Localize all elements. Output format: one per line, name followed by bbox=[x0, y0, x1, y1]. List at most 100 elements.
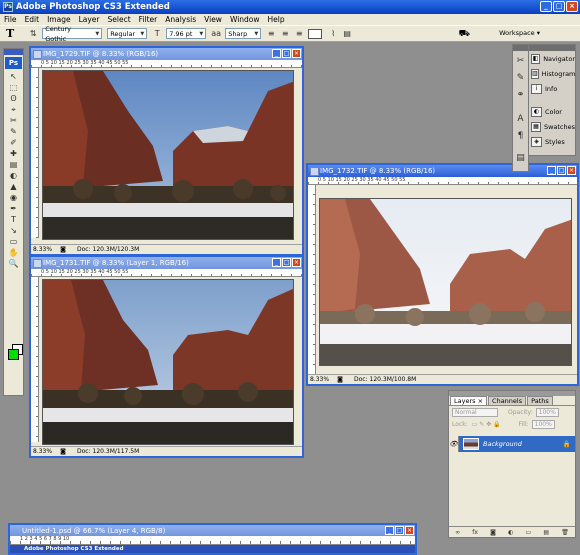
zoom-level[interactable]: 8.33% bbox=[310, 376, 334, 383]
menu-help[interactable]: Help bbox=[268, 15, 285, 24]
close-button[interactable]: × bbox=[405, 526, 414, 535]
blend-mode-select[interactable]: Normal bbox=[452, 407, 498, 417]
document-titlebar[interactable]: IMG_1729.TIF @ 8.33% (RGB/16) _ □ × bbox=[31, 48, 302, 60]
minimize-button[interactable]: _ bbox=[540, 1, 552, 12]
menu-select[interactable]: Select bbox=[108, 15, 131, 24]
align-right-icon[interactable]: ≡ bbox=[294, 29, 304, 39]
color-panel-button[interactable]: ◐ Color bbox=[529, 105, 575, 119]
toolbox-grip[interactable] bbox=[4, 49, 23, 55]
swatches-panel-button[interactable]: ▦ Swatches bbox=[529, 120, 575, 134]
photo-canvas[interactable] bbox=[42, 279, 294, 445]
document-titlebar[interactable]: IMG_1732.TIF @ 8.33% (RGB/16) _ □ × bbox=[308, 165, 577, 177]
zoom-level[interactable]: 8.33% bbox=[33, 448, 57, 455]
marquee-tool-icon[interactable]: ⬚ bbox=[4, 82, 23, 93]
document-window-untitled[interactable]: Untitled-1.psd @ 66.7% (Layer 4, RGB/8) … bbox=[8, 523, 417, 555]
layer-mask-icon[interactable]: ◙ bbox=[490, 529, 496, 536]
lock-icons[interactable]: ▭ ✎ ✥ 🔒 bbox=[472, 421, 501, 428]
hand-tool-icon[interactable]: ✋ bbox=[4, 247, 23, 258]
maximize-button[interactable]: □ bbox=[282, 49, 291, 58]
type-tool-icon[interactable]: T bbox=[6, 27, 14, 40]
delete-layer-icon[interactable]: 🗑 bbox=[561, 529, 569, 536]
character-panel-icon[interactable]: ▤ bbox=[342, 29, 352, 39]
menu-window[interactable]: Window bbox=[230, 15, 260, 24]
minimize-button[interactable]: _ bbox=[272, 258, 281, 267]
pen-tool-icon[interactable]: ✒ bbox=[4, 203, 23, 214]
photoshop-logo[interactable]: Ps bbox=[5, 57, 22, 69]
tab-channels[interactable]: Channels bbox=[488, 396, 527, 405]
font-family-select[interactable]: Century Gothic ▼ bbox=[42, 25, 103, 43]
styles-panel-button[interactable]: ◈ Styles bbox=[529, 135, 575, 149]
brushes-icon[interactable]: ✎ bbox=[513, 71, 528, 85]
fill-field[interactable]: 100% bbox=[531, 419, 555, 429]
font-style-select[interactable]: Regular ▼ bbox=[107, 28, 148, 39]
tool-presets-icon[interactable]: ✂ bbox=[513, 54, 528, 68]
maximize-button[interactable]: □ bbox=[282, 258, 291, 267]
lasso-tool-icon[interactable]: ʘ bbox=[4, 93, 23, 104]
zoom-level[interactable]: 8.33% bbox=[33, 246, 57, 253]
document-window-1732[interactable]: IMG_1732.TIF @ 8.33% (RGB/16) _ □ × 0 5 … bbox=[306, 163, 579, 386]
zoom-tool-icon[interactable]: 🔍 bbox=[4, 258, 23, 269]
visibility-eye-icon[interactable]: 👁 bbox=[449, 436, 459, 452]
close-button[interactable]: × bbox=[292, 258, 301, 267]
dock-grip[interactable] bbox=[529, 45, 575, 51]
status-menu-icon[interactable]: ◙ bbox=[57, 448, 69, 455]
crop-tool-icon[interactable]: ✂ bbox=[4, 115, 23, 126]
document-titlebar[interactable]: IMG_1731.TIF @ 8.33% (Layer 1, RGB/16) _… bbox=[31, 257, 302, 269]
minimize-button[interactable]: _ bbox=[547, 166, 556, 175]
layer-style-icon[interactable]: fx bbox=[472, 529, 478, 536]
paragraph-icon[interactable]: ¶ bbox=[513, 129, 528, 143]
path-select-tool-icon[interactable]: ↘ bbox=[4, 225, 23, 236]
link-layers-icon[interactable]: ∞ bbox=[455, 529, 460, 536]
new-layer-icon[interactable]: ▤ bbox=[543, 529, 549, 536]
maximize-button[interactable]: □ bbox=[557, 166, 566, 175]
tab-paths[interactable]: Paths bbox=[527, 396, 553, 405]
tab-layers[interactable]: Layers × bbox=[450, 396, 488, 405]
navigator-panel-button[interactable]: ◧ Navigator bbox=[529, 52, 575, 66]
layer-comps-icon[interactable]: ▤ bbox=[513, 151, 528, 165]
warp-text-icon[interactable]: ⌇ bbox=[328, 29, 338, 39]
histogram-panel-button[interactable]: ▥ Histogram bbox=[529, 67, 575, 81]
workspace-button[interactable]: Workspace ▾ bbox=[499, 29, 540, 37]
font-size-select[interactable]: 7.96 pt ▼ bbox=[166, 28, 207, 39]
type-tool-icon[interactable]: T bbox=[4, 214, 23, 225]
adjustment-layer-icon[interactable]: ◐ bbox=[508, 529, 513, 536]
stamp-tool-icon[interactable]: ▤ bbox=[4, 159, 23, 170]
info-panel-button[interactable]: i Info bbox=[529, 82, 575, 96]
foreground-color-swatch[interactable] bbox=[8, 349, 19, 360]
close-button[interactable]: × bbox=[292, 49, 301, 58]
minimize-button[interactable]: _ bbox=[272, 49, 281, 58]
photoshop-app-icon[interactable]: Ps bbox=[3, 2, 13, 12]
maximize-button[interactable]: □ bbox=[395, 526, 404, 535]
document-window-1729[interactable]: IMG_1729.TIF @ 8.33% (RGB/16) _ □ × 0 5 … bbox=[29, 46, 304, 256]
dock-grip[interactable] bbox=[513, 45, 528, 51]
menu-view[interactable]: View bbox=[204, 15, 222, 24]
menu-file[interactable]: File bbox=[4, 15, 17, 24]
close-button[interactable]: × bbox=[567, 166, 576, 175]
menu-analysis[interactable]: Analysis bbox=[165, 15, 196, 24]
menu-edit[interactable]: Edit bbox=[25, 15, 40, 24]
magic-wand-tool-icon[interactable]: ⌖ bbox=[4, 104, 23, 115]
dodge-tool-icon[interactable]: ◐ bbox=[4, 170, 23, 181]
layer-background[interactable]: 👁 Background 🔒 bbox=[449, 436, 575, 452]
bridge-icon[interactable]: ⛟ bbox=[459, 29, 470, 40]
orientation-icon[interactable]: ⇅ bbox=[28, 29, 38, 39]
menu-filter[interactable]: Filter bbox=[139, 15, 158, 24]
brush-tool-icon[interactable]: ✐ bbox=[4, 137, 23, 148]
character-icon[interactable]: A bbox=[513, 112, 528, 126]
photo-canvas[interactable] bbox=[42, 70, 294, 240]
healing-tool-icon[interactable]: ✚ bbox=[4, 148, 23, 159]
minimize-button[interactable]: _ bbox=[385, 526, 394, 535]
sharpen-tool-icon[interactable]: ▲ bbox=[4, 181, 23, 192]
document-window-1731[interactable]: IMG_1731.TIF @ 8.33% (Layer 1, RGB/16) _… bbox=[29, 255, 304, 458]
shape-tool-icon[interactable]: ▭ bbox=[4, 236, 23, 247]
clone-source-icon[interactable]: ⚭ bbox=[513, 88, 528, 102]
eyedropper-tool-icon[interactable]: ✎ bbox=[4, 126, 23, 137]
maximize-button[interactable]: □ bbox=[553, 1, 565, 12]
align-center-icon[interactable]: ≡ bbox=[280, 29, 290, 39]
new-group-icon[interactable]: ▭ bbox=[526, 529, 532, 536]
blur-tool-icon[interactable]: ◉ bbox=[4, 192, 23, 203]
document-titlebar[interactable]: Untitled-1.psd @ 66.7% (Layer 4, RGB/8) … bbox=[10, 525, 415, 536]
move-tool-icon[interactable]: ↖ bbox=[4, 71, 23, 82]
opacity-field[interactable]: 100% bbox=[535, 407, 559, 417]
close-button[interactable]: × bbox=[566, 1, 578, 12]
